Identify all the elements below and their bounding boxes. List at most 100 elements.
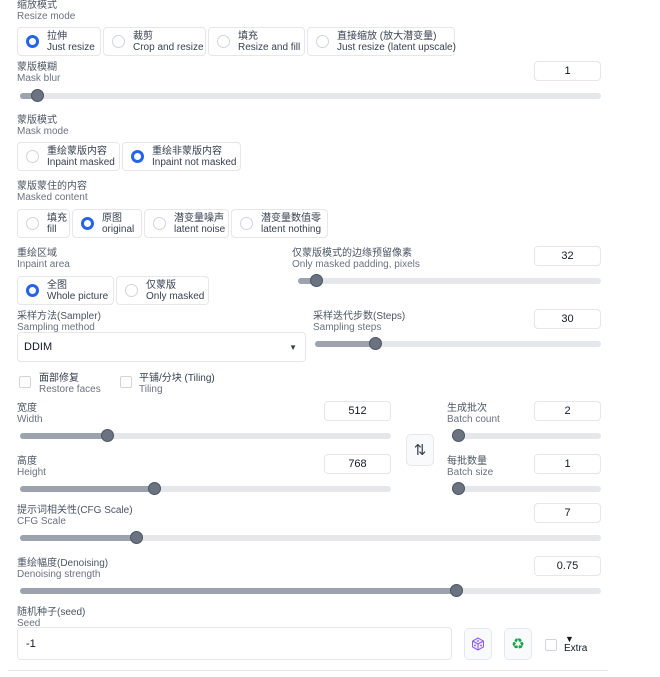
radio-fill[interactable]: 填充 fill — [17, 209, 70, 238]
height-slider[interactable] — [20, 482, 391, 495]
radio-whole-picture[interactable]: 全图 Whole picture — [17, 276, 114, 305]
option-en: latent noise — [174, 223, 226, 235]
tiling-label: 平铺/分块 (Tiling) Tiling — [139, 373, 215, 395]
batch-count-label-zh: 生成批次 — [447, 403, 487, 414]
batch-count-slider[interactable] — [452, 429, 601, 442]
tiling-label-en: Tiling — [139, 383, 163, 395]
radio-latent-noise[interactable]: 潜变量噪声 latent noise — [144, 209, 229, 238]
sampler-select[interactable]: DDIM ▼ — [17, 332, 306, 362]
slider-thumb[interactable] — [452, 429, 465, 442]
option-zh: 裁剪 — [133, 30, 153, 42]
radio-dot — [316, 35, 329, 48]
option-en: Just resize — [47, 41, 95, 53]
radio-dot — [81, 217, 94, 230]
cfg-label: 提示词相关性(CFG Scale) CFG Scale — [17, 505, 133, 527]
option-en: Only masked — [146, 290, 205, 302]
resize-mode-label-en: Resize mode — [17, 10, 76, 22]
radio-dot — [131, 150, 144, 163]
padding-slider[interactable] — [298, 274, 601, 287]
radio-latent-upscale[interactable]: 直接缩放 (放大潜变量) Just resize (latent upscale) — [307, 27, 456, 56]
width-input[interactable]: 512 — [324, 401, 391, 421]
width-label: 宽度 Width — [17, 403, 43, 425]
denoise-label-zh: 重绘幅度(Denoising) — [17, 558, 109, 569]
slider-thumb[interactable] — [101, 429, 115, 442]
batch-size-input[interactable]: 1 — [534, 454, 601, 474]
batch-size-label-zh: 每批数量 — [447, 456, 487, 467]
steps-label-zh: 采样迭代步数(Steps) — [313, 311, 406, 322]
slider-thumb[interactable] — [130, 531, 144, 544]
radio-dot — [26, 150, 39, 163]
radio-dot — [26, 35, 39, 48]
radio-just-resize[interactable]: 拉伸 Just resize — [17, 27, 101, 56]
denoise-label-en: Denoising strength — [17, 568, 101, 580]
radio-original[interactable]: 原图 original — [72, 209, 142, 238]
option-zh: 填充 — [47, 212, 67, 224]
cfg-label-zh: 提示词相关性(CFG Scale) — [17, 505, 133, 516]
mask-blur-input[interactable]: 1 — [534, 61, 601, 81]
checkbox-box[interactable] — [545, 639, 557, 651]
mask-blur-slider[interactable] — [20, 89, 601, 102]
padding-input[interactable]: 32 — [534, 246, 601, 266]
slider-thumb[interactable] — [147, 482, 161, 495]
radio-latent-nothing[interactable]: 潜变量数值零 latent nothing — [231, 209, 328, 238]
tiling-checkbox[interactable]: 平铺/分块 (Tiling) Tiling — [120, 373, 215, 395]
sampler-label-zh: 采样方法(Sampler) — [17, 311, 101, 322]
option-zh: 潜变量数值零 — [261, 212, 321, 224]
inpaint-area-label-en: Inpaint area — [17, 258, 70, 270]
radio-dot — [217, 35, 230, 48]
height-input[interactable]: 768 — [324, 454, 391, 474]
masked-content-label: 蒙版蒙住的内容 Masked content — [17, 181, 88, 203]
extra-toggle[interactable]: ▼ Extra — [564, 634, 587, 654]
batch-size-slider[interactable] — [452, 482, 601, 495]
masked-content-label-en: Masked content — [17, 191, 88, 203]
cfg-input[interactable]: 7 — [534, 503, 601, 523]
radio-inpaint-masked[interactable]: 重绘蒙版内容 Inpaint masked — [17, 142, 120, 171]
recycle-icon: ♻ — [511, 635, 525, 653]
steps-slider[interactable] — [315, 337, 601, 350]
radio-resize-and-fill[interactable]: 填充 Resize and fill — [208, 27, 305, 56]
radio-inpaint-not-masked[interactable]: 重绘非蒙版内容 Inpaint not masked — [122, 142, 241, 171]
batch-size-label: 每批数量 Batch size — [447, 456, 494, 478]
swap-dimensions-button[interactable]: ⇅ — [406, 434, 434, 466]
radio-dot — [240, 217, 253, 230]
option-en: Just resize (latent upscale) — [337, 41, 456, 53]
option-en: Whole picture — [47, 290, 109, 302]
slider-thumb[interactable] — [31, 89, 45, 102]
slider-fill — [20, 535, 137, 541]
width-slider[interactable] — [20, 429, 391, 442]
option-zh: 仅蒙版 — [146, 279, 176, 291]
radio-crop-and-resize[interactable]: 裁剪 Crop and resize — [103, 27, 206, 56]
slider-thumb[interactable] — [369, 337, 383, 350]
restore-faces-checkbox[interactable]: 面部修复 Restore faces — [19, 373, 101, 395]
slider-thumb[interactable] — [452, 482, 465, 495]
radio-only-masked[interactable]: 仅蒙版 Only masked — [116, 276, 209, 305]
denoise-slider[interactable] — [20, 584, 601, 597]
batch-size-label-en: Batch size — [447, 466, 494, 478]
option-en: Resize and fill — [238, 41, 301, 53]
mask-mode-label-zh: 蒙版模式 — [17, 115, 57, 126]
radio-dot — [26, 217, 39, 230]
denoise-input[interactable]: 0.75 — [534, 556, 601, 576]
inpaint-area-group: 全图 Whole picture 仅蒙版 Only masked — [17, 276, 209, 305]
cfg-slider[interactable] — [20, 531, 601, 544]
checkbox-box[interactable] — [120, 376, 132, 388]
seed-label: 随机种子(seed) Seed — [17, 607, 85, 629]
slider-thumb[interactable] — [449, 584, 463, 597]
steps-input[interactable]: 30 — [534, 309, 601, 329]
random-seed-button[interactable] — [464, 628, 492, 660]
reuse-seed-button[interactable]: ♻ — [504, 628, 532, 660]
slider-thumb[interactable] — [310, 274, 324, 287]
option-en: original — [102, 223, 135, 235]
tiling-label-zh: 平铺/分块 (Tiling) — [139, 373, 215, 384]
dice-icon — [472, 637, 484, 651]
batch-count-input[interactable]: 2 — [534, 401, 601, 421]
seed-input[interactable]: -1 — [17, 627, 452, 660]
height-label-en: Height — [17, 466, 46, 478]
mask-blur-label-en: Mask blur — [17, 72, 61, 84]
checkbox-box[interactable] — [19, 376, 31, 388]
radio-dot — [112, 35, 125, 48]
radio-dot — [125, 284, 138, 297]
option-zh: 直接缩放 (放大潜变量) — [337, 30, 437, 42]
option-en: fill — [47, 223, 57, 235]
padding-label-zh: 仅蒙版模式的边缘预留像素 — [292, 248, 412, 259]
